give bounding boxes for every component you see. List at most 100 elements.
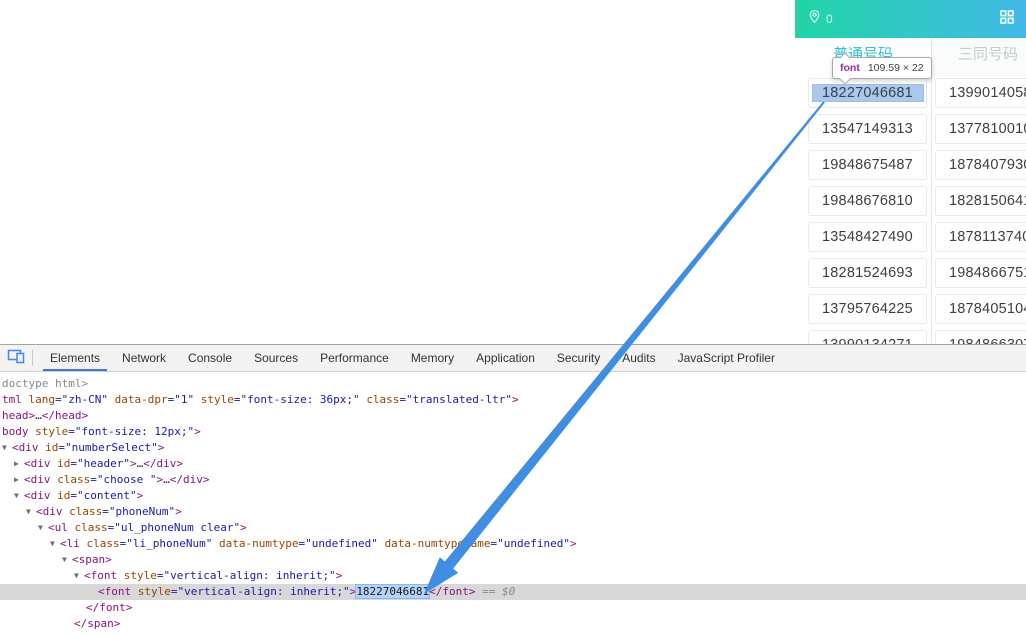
code-token: … xyxy=(35,409,42,422)
code-token: > xyxy=(157,441,165,454)
code-token: ="1" xyxy=(167,393,195,406)
code-token: </font> xyxy=(86,601,133,614)
dom-node-line[interactable]: ▼ <div class="phoneNum"> xyxy=(0,504,1026,520)
tab-three-same-numbers[interactable]: 三同号码 xyxy=(932,38,1026,76)
dom-node-line[interactable]: </span> xyxy=(0,616,1026,632)
code-token: … xyxy=(163,473,170,486)
code-token: > xyxy=(512,393,519,406)
code-token: <font xyxy=(84,569,124,582)
toolbar-separator xyxy=(32,350,33,366)
code-token: > xyxy=(240,521,247,534)
phone-number-cell[interactable]: 1377810010 xyxy=(935,114,1026,144)
code-token: ="font-size: 12px;" xyxy=(68,425,195,438)
code-token: </head> xyxy=(41,409,89,422)
code-token: id xyxy=(57,489,71,502)
phone-number-cell[interactable]: 13795764225 xyxy=(808,294,927,324)
code-token: ="translated-ltr" xyxy=(399,393,513,406)
code-token: data-numtype xyxy=(218,537,299,550)
devtools-tab-network[interactable]: Network xyxy=(111,345,177,371)
grid-menu-button[interactable] xyxy=(1000,9,1014,29)
code-token: <li xyxy=(60,537,87,550)
toggle-device-toolbar-button[interactable] xyxy=(0,345,32,371)
dom-node-line[interactable]: ▶ <div class="choose ">…</div> xyxy=(0,472,1026,488)
code-token: <font xyxy=(98,585,138,598)
devtools-tab-security[interactable]: Security xyxy=(546,345,611,371)
selected-text-node: 18227046681 xyxy=(356,585,430,598)
mobile-page-panel: 18227046681 13547149313 19848675487 1984867… xyxy=(795,0,1026,344)
code-token: head> xyxy=(2,409,36,422)
code-token: <span> xyxy=(72,553,112,566)
expand-arrow-open-icon[interactable]: ▼ xyxy=(62,552,67,568)
dom-node-line[interactable]: tml lang="zh-CN" data-dpr="1" style="fon… xyxy=(0,392,1026,408)
code-token: </div> xyxy=(143,457,183,470)
expand-arrow-open-icon[interactable]: ▼ xyxy=(14,488,19,504)
phone-number-cell[interactable]: 19848675487 xyxy=(808,150,927,180)
code-token: <div xyxy=(24,473,58,486)
phone-number-cell[interactable]: 18227046681 xyxy=(808,78,927,108)
dom-node-line[interactable]: head>…</head> xyxy=(0,408,1026,424)
code-token: ="font-size: 36px;" xyxy=(233,393,360,406)
code-token: </div> xyxy=(169,473,210,486)
phone-number-cell[interactable]: 1984866307 xyxy=(935,330,1026,344)
expand-arrow-open-icon[interactable]: ▼ xyxy=(2,440,7,456)
expand-arrow-closed-icon[interactable]: ▶ xyxy=(14,472,19,488)
dom-node-line[interactable]: ▼ <div id="numberSelect"> xyxy=(0,440,1026,456)
devtools-tab-javascript-profiler[interactable]: JavaScript Profiler xyxy=(667,345,786,371)
inspect-dimensions-tooltip: font 109.59 × 22 xyxy=(832,51,932,85)
code-token: doctype html> xyxy=(2,377,89,390)
devtools-tab-bar: Elements Network Console Sources Performance… xyxy=(39,345,786,371)
phone-number-cell[interactable]: 19848676810 xyxy=(808,186,927,216)
phone-number-cell[interactable]: 1878113740 xyxy=(935,222,1026,252)
code-token: <div xyxy=(24,489,58,502)
expand-arrow-closed-icon[interactable]: ▶ xyxy=(14,456,19,472)
code-token: class xyxy=(69,505,103,518)
devtools-tab-performance[interactable]: Performance xyxy=(309,345,400,371)
tooltip-tag-name: font xyxy=(840,62,860,74)
mobile-header: 0 xyxy=(795,0,1026,38)
code-token: > xyxy=(129,457,137,470)
dom-node-line[interactable]: ▶ <div id="header">…</div> xyxy=(0,456,1026,472)
phone-number-cell[interactable]: 18281524693 xyxy=(808,258,927,288)
code-token: class xyxy=(366,393,400,406)
code-token: == $0 xyxy=(475,585,516,598)
code-token: tml xyxy=(2,393,29,406)
code-token: ="header" xyxy=(70,457,130,470)
dom-node-line[interactable]: ▼ <font style="vertical-align: inherit;"> xyxy=(0,568,1026,584)
devtools-tab-memory[interactable]: Memory xyxy=(400,345,465,371)
expand-arrow-open-icon[interactable]: ▼ xyxy=(26,504,31,520)
code-token: ="undefined" xyxy=(490,537,571,550)
devtools-tab-application[interactable]: Application xyxy=(465,345,546,371)
code-token: ="numberSelect" xyxy=(58,441,158,454)
dom-node-line[interactable]: doctype html> xyxy=(0,376,1026,392)
devtools-tab-console[interactable]: Console xyxy=(177,345,243,371)
expand-arrow-open-icon[interactable]: ▼ xyxy=(38,520,43,536)
location-pin-button[interactable]: 0 xyxy=(807,9,833,29)
dom-node-line[interactable]: ▼ <div id="content"> xyxy=(0,488,1026,504)
dom-node-line[interactable]: </font> xyxy=(0,600,1026,616)
expand-arrow-open-icon[interactable]: ▼ xyxy=(74,568,79,584)
phone-number-cell[interactable]: 1878405104 xyxy=(935,294,1026,324)
dom-node-line[interactable]: ▼ <li class="li_phoneNum" data-numtype="u… xyxy=(0,536,1026,552)
dom-node-line[interactable]: ▼ <ul class="ul_phoneNum clear"> xyxy=(0,520,1026,536)
devtools-tab-audits[interactable]: Audits xyxy=(611,345,666,371)
elements-tree: doctype html> tml lang="zh-CN" data-dpr="… xyxy=(0,372,1026,635)
code-token: </span> xyxy=(74,617,121,630)
code-token: id xyxy=(45,441,59,454)
phone-number-cell[interactable]: 13548427490 xyxy=(808,222,927,252)
grid-icon xyxy=(1000,9,1014,29)
dom-node-line[interactable]: body style="font-size: 12px;"> xyxy=(0,424,1026,440)
code-token: ="choose " xyxy=(90,473,157,486)
expand-arrow-open-icon[interactable]: ▼ xyxy=(50,536,55,552)
phone-number-cell[interactable]: 1399014058 xyxy=(935,78,1026,108)
selected-dom-node-line[interactable]: <font style="vertical-align: inherit;">1… xyxy=(0,584,1026,600)
phone-number-cell[interactable]: 1828150641 xyxy=(935,186,1026,216)
dom-node-line[interactable]: ▼ <span> xyxy=(0,552,1026,568)
phone-number-cell[interactable]: 13990134271 xyxy=(808,330,927,344)
phone-number-cell[interactable]: 13547149313 xyxy=(808,114,927,144)
devtools-tab-elements[interactable]: Elements xyxy=(39,345,111,371)
phone-number-cell[interactable]: 1878407930 xyxy=(935,150,1026,180)
phone-number-cell[interactable]: 1984866751 xyxy=(935,258,1026,288)
devtools-tab-sources[interactable]: Sources xyxy=(243,345,309,371)
